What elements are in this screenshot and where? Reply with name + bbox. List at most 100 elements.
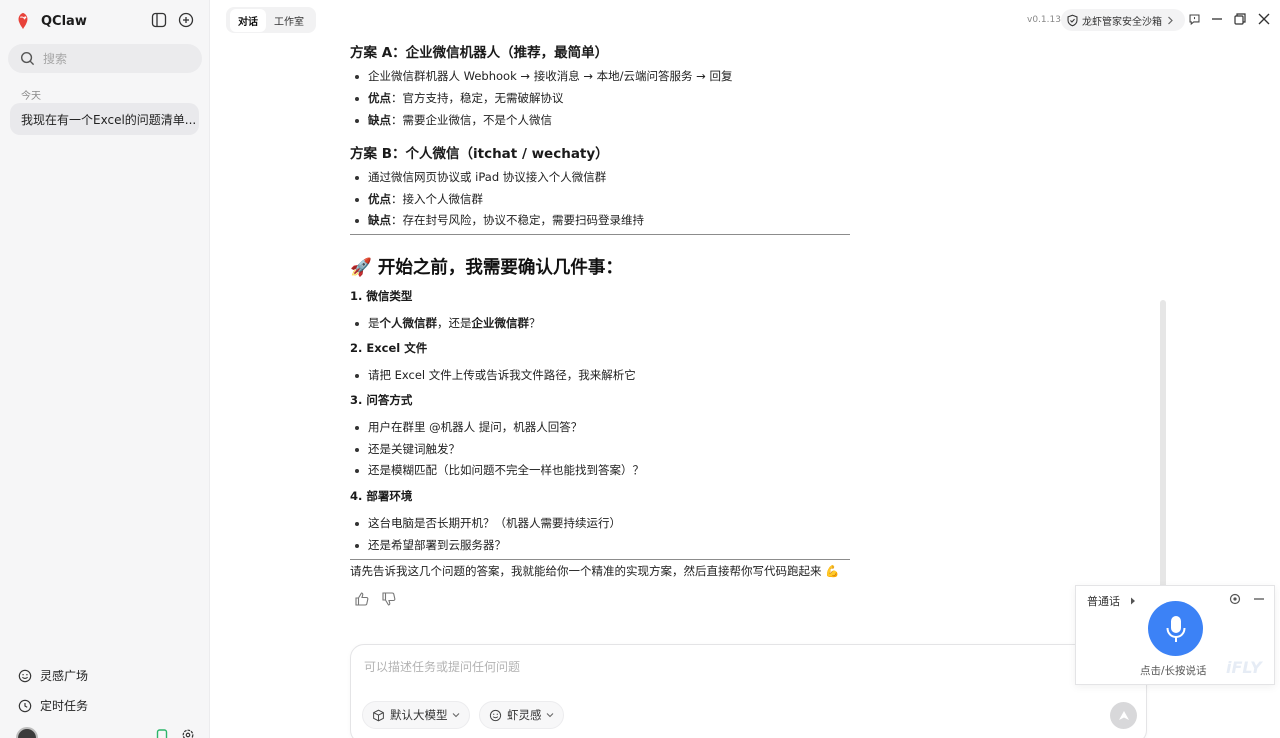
q4-line1: 这台电脑是否长期开机？（机器人需要持续运行） xyxy=(355,516,621,530)
smile-icon xyxy=(489,709,502,721)
app-window: QClaw 今天 我现在有一个Excel的问题清单... xyxy=(0,0,1280,738)
q1-post: ？ xyxy=(529,316,541,330)
voice-hint: 点击/长按说话 xyxy=(1140,665,1207,677)
gear-icon[interactable] xyxy=(181,728,195,738)
divider xyxy=(350,234,850,235)
voice-language-label: 普通话 xyxy=(1087,595,1120,608)
q3-line2: 还是关键词触发？ xyxy=(355,442,460,456)
restore-icon xyxy=(1234,13,1246,25)
voice-input-panel: 普通话 点击/长按说话 iFLY xyxy=(1075,585,1275,685)
chevron-down-icon xyxy=(452,713,459,718)
shield-icon xyxy=(1067,14,1078,26)
thumbs-up-icon[interactable] xyxy=(354,591,370,607)
ifly-watermark: iFLY xyxy=(1226,658,1262,677)
q1-pre: 是 xyxy=(368,316,380,330)
new-chat-button[interactable] xyxy=(177,11,195,29)
q2-title: 2. Excel 文件 xyxy=(350,341,428,355)
new-chat-icon xyxy=(178,12,194,28)
plan-b-cons: 缺点：存在封号风险，协议不稳定，需要扫码登录维持 xyxy=(355,212,644,228)
skill-label: 虾灵感 xyxy=(507,708,542,722)
q4-line2: 还是希望部署到云服务器？ xyxy=(355,538,506,552)
pros-label: 优点 xyxy=(368,91,391,105)
avatar[interactable] xyxy=(16,727,38,738)
q3-title: 3. 问答方式 xyxy=(350,393,413,407)
plan-b-line1: 通过微信网页协议或 iPad 协议接入个人微信群 xyxy=(354,170,607,184)
q3-line3: 还是模糊匹配（比如问题不完全一样也能找到答案）？ xyxy=(355,463,644,477)
minimize-icon[interactable] xyxy=(1253,593,1265,605)
model-label: 默认大模型 xyxy=(390,708,448,722)
q1-line1: 是个人微信群，还是企业微信群？ xyxy=(355,315,541,331)
q1-bold-personal: 个人微信群 xyxy=(379,316,438,330)
sandbox-button[interactable]: 龙虾管家安全沙箱 xyxy=(1061,9,1185,31)
inspiration-label: 灵感广场 xyxy=(40,669,89,683)
cons-label: 缺点 xyxy=(368,113,391,127)
arrow-up-icon xyxy=(1118,710,1129,720)
model-select[interactable]: 默认大模型 xyxy=(362,701,470,729)
feedback-button[interactable] xyxy=(1186,11,1202,27)
tab-chat[interactable]: 对话 xyxy=(230,8,266,32)
tab-studio[interactable]: 工作室 xyxy=(266,9,312,32)
voice-language-select[interactable]: 普通话 xyxy=(1087,593,1136,609)
search-box[interactable] xyxy=(8,44,202,73)
sidebar-panel-icon xyxy=(151,12,167,28)
microphone-icon xyxy=(1166,615,1185,642)
close-icon xyxy=(1258,13,1270,25)
section-today-label: 今天 xyxy=(21,91,41,102)
pros-text: ：官方支持，稳定，无需破解协议 xyxy=(391,91,564,105)
brand: QClaw xyxy=(14,10,87,32)
plan-a-pros: 优点：官方支持，稳定，无需破解协议 xyxy=(355,90,564,106)
close-button[interactable] xyxy=(1256,11,1272,27)
composer: 默认大模型 虾灵感 xyxy=(350,644,1147,738)
confirm-heading: 🚀 开始之前，我需要确认几件事： xyxy=(350,258,623,278)
feedback-icon xyxy=(1189,14,1199,25)
q1-title: 1. 微信类型 xyxy=(350,289,413,303)
app-name: QClaw xyxy=(41,13,87,29)
mode-tabs: 对话 工作室 xyxy=(226,7,316,33)
plan-b-title: 方案 B：个人微信（itchat / wechaty） xyxy=(350,146,609,162)
q3-line1: 用户在群里 @机器人 提问，机器人回答？ xyxy=(354,420,583,434)
settings-icon[interactable] xyxy=(1229,593,1241,605)
cons-text: ：需要企业微信，不是个人微信 xyxy=(391,113,552,127)
inspiration-link[interactable]: 灵感广场 xyxy=(18,667,88,684)
search-icon xyxy=(20,51,35,66)
minimize-icon xyxy=(1212,18,1222,20)
sidebar: QClaw 今天 我现在有一个Excel的问题清单... xyxy=(0,0,210,738)
scheduled-tasks-label: 定时任务 xyxy=(40,699,89,713)
divider xyxy=(350,559,850,560)
cube-icon xyxy=(373,709,384,721)
q2-line1: 请把 Excel 文件上传或告诉我文件路径，我来解析它 xyxy=(355,368,636,382)
send-button[interactable] xyxy=(1110,702,1137,729)
version-label: v0.1.13 xyxy=(1027,15,1061,25)
mic-button[interactable] xyxy=(1148,601,1203,656)
chevron-right-icon xyxy=(1168,16,1173,24)
clock-icon xyxy=(18,699,32,712)
smile-icon xyxy=(18,669,32,682)
sandbox-label: 龙虾管家安全沙箱 xyxy=(1082,16,1162,28)
plan-a-line1: 企业微信群机器人 Webhook → 接收消息 → 本地/云端问答服务 → 回复 xyxy=(354,69,733,83)
minimize-button[interactable] xyxy=(1209,11,1225,27)
thumbs-down-icon[interactable] xyxy=(381,591,397,607)
phone-icon[interactable] xyxy=(156,729,168,738)
pros-label: 优点 xyxy=(368,192,391,206)
search-input[interactable] xyxy=(43,51,193,66)
q1-mid: ，还是 xyxy=(437,316,472,330)
chevron-down-icon xyxy=(546,713,553,718)
message-input[interactable] xyxy=(364,658,1064,682)
conversation-item[interactable]: 我现在有一个Excel的问题清单... xyxy=(10,103,199,135)
caret-right-icon xyxy=(1130,597,1135,605)
toggle-sidebar-button[interactable] xyxy=(150,11,168,29)
scheduled-tasks-link[interactable]: 定时任务 xyxy=(18,697,88,714)
plan-b-pros: 优点：接入个人微信群 xyxy=(355,191,483,207)
restore-button[interactable] xyxy=(1232,11,1248,27)
pros-text: ：接入个人微信群 xyxy=(391,192,483,206)
skill-select[interactable]: 虾灵感 xyxy=(479,701,564,729)
cons-label: 缺点 xyxy=(368,213,391,227)
cons-text: ：存在封号风险，协议不稳定，需要扫码登录维持 xyxy=(391,213,644,227)
q1-bold-enterprise: 企业微信群 xyxy=(471,316,530,330)
plan-a-cons: 缺点：需要企业微信，不是个人微信 xyxy=(355,112,552,128)
final-line: 请先告诉我这几个问题的答案，我就能给你一个精准的实现方案，然后直接帮你写代码跑起… xyxy=(350,564,840,578)
plan-a-title: 方案 A：企业微信机器人（推荐，最简单） xyxy=(350,45,609,61)
q4-title: 4. 部署环境 xyxy=(350,489,413,503)
qclaw-logo-icon xyxy=(18,12,28,30)
scrollbar[interactable] xyxy=(1160,300,1166,590)
